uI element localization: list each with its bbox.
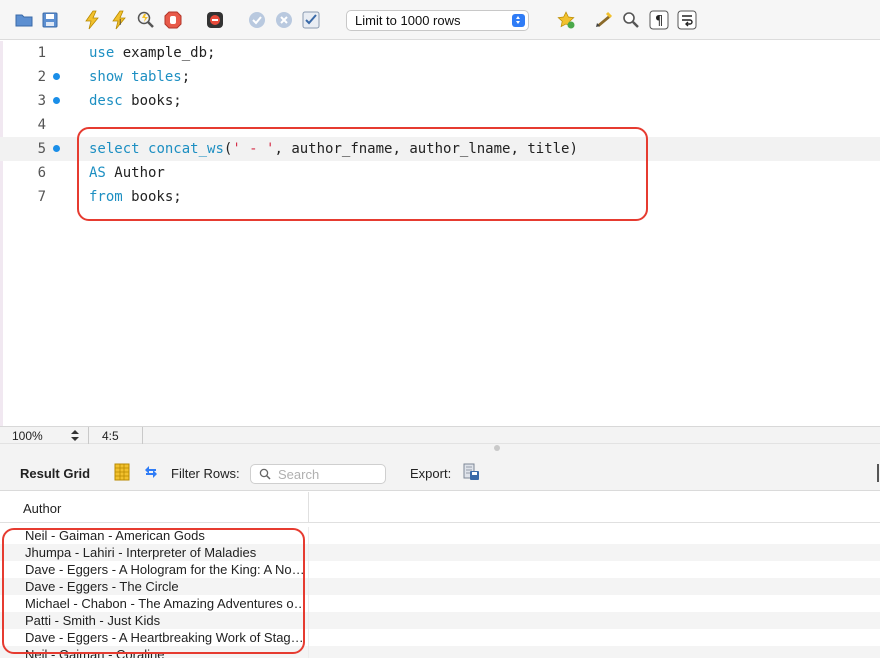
filter-rows-label: Filter Rows: [171, 466, 240, 481]
limit-rows-select[interactable]: Limit to 1000 rows [346, 10, 529, 31]
invisible-chars-icon[interactable]: ¶ [649, 10, 669, 30]
cursor-position: 4:5 [102, 429, 119, 443]
limit-rows-label: Limit to 1000 rows [355, 13, 461, 28]
open-folder-icon[interactable] [14, 10, 34, 30]
beautify-icon[interactable] [594, 10, 614, 30]
rollback-icon[interactable] [274, 10, 294, 30]
svg-text:I: I [119, 18, 121, 27]
bookmark-icon[interactable] [556, 10, 576, 30]
code-line[interactable]: 3 desc books; [0, 89, 880, 113]
column-header-author[interactable]: Author [0, 492, 309, 523]
export-label: Export: [410, 466, 452, 481]
panel-edge [877, 464, 879, 482]
panel-splitter[interactable] [0, 444, 880, 456]
line-number: 5 [37, 141, 46, 157]
editor-status-bar: 100% 4:5 [0, 426, 880, 444]
result-grid[interactable]: Author Neil - Gaiman - American Gods Jhu… [0, 492, 880, 658]
line-number: 4 [37, 117, 46, 133]
chevron-down-icon [71, 437, 79, 441]
results-annotation-box [2, 528, 305, 654]
chevron-updown-icon [512, 14, 525, 27]
splitter-handle-icon[interactable] [494, 445, 500, 451]
find-icon[interactable] [621, 10, 641, 30]
search-icon [259, 468, 271, 480]
divider [142, 427, 143, 444]
stop-icon[interactable] [163, 10, 183, 30]
code-line[interactable]: 1 use example_db; [0, 41, 880, 65]
result-toolbar: Result Grid Filter Rows: Export: [0, 456, 880, 491]
chevron-up-icon [71, 430, 79, 434]
grid-view-icon[interactable] [113, 463, 131, 481]
autocommit-icon[interactable] [301, 10, 321, 30]
sql-editor[interactable]: 1 use example_db; 2 show tables; 3 desc … [0, 41, 880, 461]
svg-text:¶: ¶ [655, 14, 663, 29]
line-number: 2 [37, 69, 46, 85]
sql-editor-toolbar: I Limit to 1000 rows ¶ [0, 0, 880, 40]
execute-current-icon[interactable]: I [109, 10, 129, 30]
statement-marker-icon [53, 73, 60, 80]
code-text: use example_db; [89, 45, 216, 61]
execute-icon[interactable] [82, 10, 102, 30]
code-text: desc books; [89, 93, 182, 109]
grid-header: Author [0, 492, 880, 523]
refresh-icon[interactable] [142, 463, 160, 481]
search-input[interactable] [278, 466, 382, 482]
result-grid-tab[interactable]: Result Grid [20, 466, 90, 481]
zoom-level: 100% [12, 429, 43, 443]
line-number: 6 [37, 165, 46, 181]
query-annotation-box [77, 127, 648, 221]
wrap-icon[interactable] [677, 10, 697, 30]
statement-marker-icon [53, 97, 60, 104]
code-text: show tables; [89, 69, 191, 85]
statement-marker-icon [53, 145, 60, 152]
divider [88, 427, 89, 444]
line-number: 7 [37, 189, 46, 205]
line-number: 3 [37, 93, 46, 109]
export-icon[interactable] [462, 463, 480, 481]
save-icon[interactable] [40, 10, 60, 30]
code-line[interactable]: 2 show tables; [0, 65, 880, 89]
filter-rows-search[interactable] [250, 464, 386, 484]
explain-icon[interactable] [136, 10, 156, 30]
line-number: 1 [37, 45, 46, 61]
zoom-stepper[interactable] [70, 428, 80, 442]
toggle-error-icon[interactable] [205, 10, 225, 30]
commit-icon[interactable] [247, 10, 267, 30]
